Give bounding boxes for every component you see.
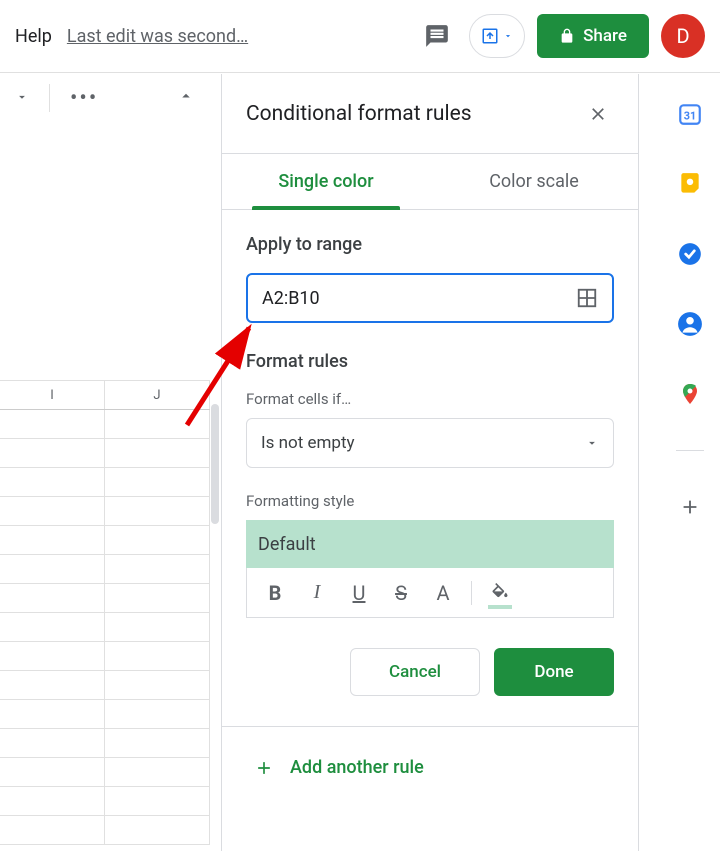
lock-icon [559,28,575,44]
table-row[interactable] [0,497,210,526]
more-icon[interactable]: ••• [70,86,98,111]
panel-body: Apply to range Format rules Format cells… [222,210,638,851]
add-addon-icon[interactable] [676,493,704,521]
table-row[interactable] [0,555,210,584]
condition-value: Is not empty [261,433,585,453]
add-rule-button[interactable]: Add another rule [246,751,614,784]
select-range-icon[interactable] [576,287,598,309]
text-color-button[interactable]: A [425,575,461,611]
toolbar-icons: Share D [417,14,705,58]
maps-icon[interactable] [676,380,704,408]
table-row[interactable] [0,468,210,497]
format-toolbar: B I U S A [246,568,614,618]
table-row[interactable] [0,584,210,613]
formatting-style-label: Formatting style [246,492,614,510]
chevron-down-icon [503,31,513,41]
column-headers: I J [0,380,210,410]
column-header[interactable]: I [0,381,105,409]
comments-icon[interactable] [417,16,457,56]
fill-color-button[interactable] [482,575,518,611]
table-row[interactable] [0,439,210,468]
panel-header: Conditional format rules [222,74,638,154]
underline-button[interactable]: U [341,575,377,611]
share-label: Share [583,26,627,46]
present-button[interactable] [469,14,525,58]
separator [471,581,472,605]
share-button[interactable]: Share [537,14,649,58]
calendar-icon[interactable]: 31 [676,100,704,128]
format-rules-label: Format rules [246,351,614,372]
cancel-button[interactable]: Cancel [350,648,480,696]
toolbar-dropdown[interactable] [15,89,29,108]
table-row[interactable] [0,758,210,787]
range-input-wrapper [246,273,614,323]
table-row[interactable] [0,642,210,671]
table-row[interactable] [0,526,210,555]
panel-title: Conditional format rules [246,102,582,126]
condition-select[interactable]: Is not empty [246,418,614,468]
style-preview[interactable]: Default [246,520,614,568]
close-icon[interactable] [582,98,614,130]
keep-icon[interactable] [676,170,704,198]
table-row[interactable] [0,410,210,439]
avatar[interactable]: D [661,14,705,58]
contacts-icon[interactable] [676,310,704,338]
add-rule-label: Add another rule [290,757,424,778]
tasks-icon[interactable] [676,240,704,268]
separator [49,84,50,112]
conditional-format-panel: Conditional format rules Single color Co… [221,74,639,851]
table-row[interactable] [0,816,210,845]
table-row[interactable] [0,700,210,729]
right-sidebar: 31 [660,74,720,851]
chevron-down-icon [585,436,599,450]
plus-icon [254,758,274,778]
sub-toolbar: ••• [0,73,210,123]
spreadsheet-grid[interactable]: I J [0,380,210,845]
apply-range-label: Apply to range [246,234,614,255]
italic-button[interactable]: I [299,575,335,611]
format-cells-if-label: Format cells if… [246,390,614,408]
last-edit-link[interactable]: Last edit was second… [67,26,248,47]
strikethrough-button[interactable]: S [383,575,419,611]
bold-button[interactable]: B [257,575,293,611]
table-row[interactable] [0,613,210,642]
table-row[interactable] [0,671,210,700]
column-header[interactable]: J [105,381,210,409]
panel-tabs: Single color Color scale [222,154,638,210]
table-row[interactable] [0,787,210,816]
divider [222,726,638,727]
tab-single-color[interactable]: Single color [222,154,430,209]
done-button[interactable]: Done [494,648,614,696]
svg-text:31: 31 [684,109,696,122]
help-menu[interactable]: Help [15,26,52,47]
tab-color-scale[interactable]: Color scale [430,154,638,209]
separator [676,450,704,451]
table-row[interactable] [0,729,210,758]
collapse-icon[interactable] [177,87,195,109]
top-bar: Help Last edit was second… Share D [0,0,720,73]
scrollbar-thumb[interactable] [211,404,219,524]
range-input[interactable] [262,288,576,309]
action-row: Cancel Done [246,648,614,696]
